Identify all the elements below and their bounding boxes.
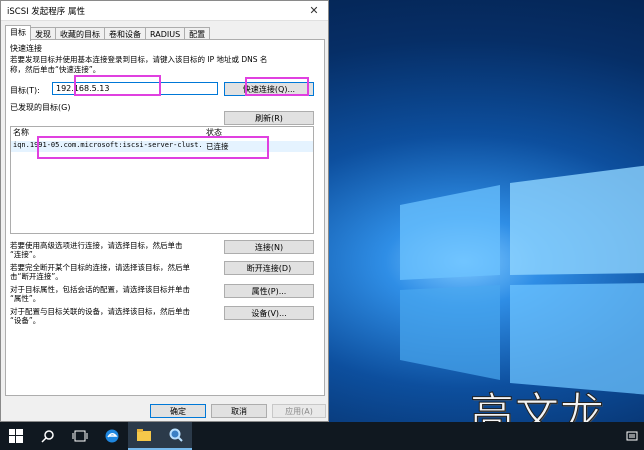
cancel-button[interactable]: 取消 — [211, 404, 267, 418]
iscsi-properties-dialog: iSCSI 发起程序 属性 ✕ 目标 发现 收藏的目标 卷和设备 RADIUS … — [0, 0, 329, 422]
ok-button[interactable]: 确定 — [150, 404, 206, 418]
title-bar[interactable]: iSCSI 发起程序 属性 ✕ — [1, 1, 328, 21]
taskbar-iscsi-initiator[interactable] — [160, 422, 192, 450]
tab-targets[interactable]: 目标 — [5, 25, 31, 41]
task-view-button[interactable] — [64, 422, 96, 450]
tab-strip: 目标 发现 收藏的目标 卷和设备 RADIUS 配置 — [1, 21, 328, 41]
taskbar — [0, 422, 644, 450]
notification-icon[interactable] — [626, 430, 638, 442]
discovered-targets-label: 已发现的目标(G) — [10, 103, 71, 112]
dialog-footer: 确定 取消 应用(A) — [1, 401, 328, 421]
properties-description-2: “属性”。 — [10, 294, 41, 303]
watermark-text: 高文龙 — [470, 389, 605, 423]
taskbar-edge[interactable] — [96, 422, 128, 450]
properties-button[interactable]: 属性(P)... — [224, 284, 314, 298]
search-button[interactable] — [32, 422, 64, 450]
window-title: iSCSI 发起程序 属性 — [7, 6, 85, 17]
quick-connect-description-2: 称，然后单击“快速连接”。 — [10, 65, 101, 74]
task-view-icon — [72, 430, 88, 442]
taskbar-file-explorer[interactable] — [128, 422, 160, 450]
quick-connect-section-label: 快速连接 — [10, 44, 42, 53]
highlight-target-row — [37, 136, 269, 159]
connect-button[interactable]: 连接(N) — [224, 240, 314, 254]
close-button[interactable]: ✕ — [300, 1, 328, 21]
refresh-button[interactable]: 刷新(R) — [224, 111, 314, 125]
highlight-quick-connect — [245, 77, 309, 96]
highlight-target-input — [74, 75, 161, 96]
system-tray — [626, 430, 644, 442]
windows-logo-icon — [400, 165, 644, 395]
apply-button[interactable]: 应用(A) — [272, 404, 326, 418]
connect-description-2: “连接”。 — [10, 250, 41, 259]
devices-description-2: “设备”。 — [10, 316, 41, 325]
disconnect-button[interactable]: 断开连接(D) — [224, 261, 314, 275]
disconnect-description-2: 击“断开连接”。 — [10, 272, 63, 281]
devices-button[interactable]: 设备(V)... — [224, 306, 314, 320]
folder-icon — [137, 429, 151, 441]
start-button[interactable] — [0, 422, 32, 450]
iscsi-app-icon — [169, 428, 183, 442]
edge-browser-icon — [105, 429, 119, 443]
windows-start-icon — [9, 429, 23, 443]
search-icon — [41, 430, 54, 443]
target-label: 目标(T): — [10, 86, 40, 95]
